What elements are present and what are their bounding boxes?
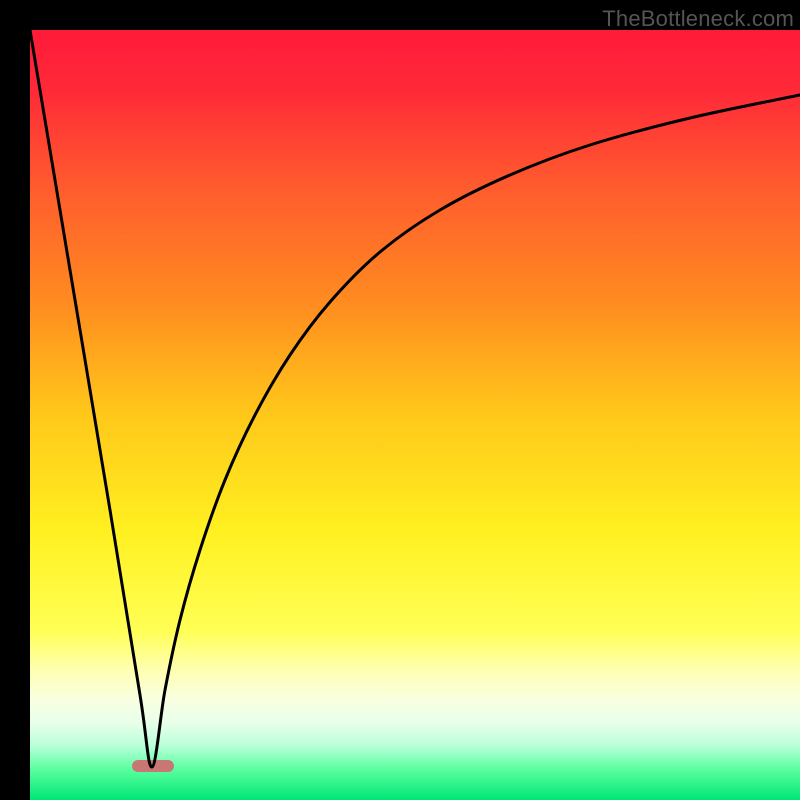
curve-layer: [30, 30, 800, 800]
plot-area: [30, 30, 800, 800]
bottleneck-curve: [30, 30, 800, 767]
watermark-text: TheBottleneck.com: [602, 6, 794, 32]
chart-frame: TheBottleneck.com: [0, 0, 800, 800]
